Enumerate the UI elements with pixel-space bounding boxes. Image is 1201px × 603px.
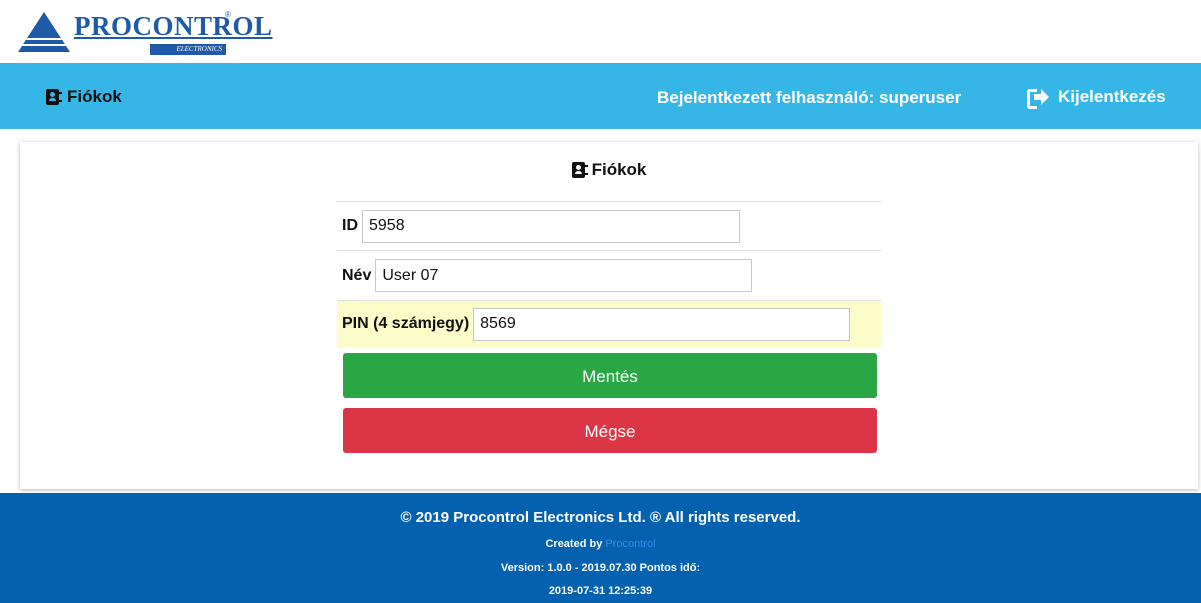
pin-input[interactable]: [473, 307, 851, 341]
logged-in-user-text: Bejelentkezett felhasználó: superuser: [657, 88, 962, 107]
top-navbar: Fiókok Bejelentkezett felhasználó: super…: [0, 63, 1201, 129]
address-book-icon: [46, 89, 62, 105]
logo-stripe: [20, 38, 68, 40]
name-row: Név: [337, 250, 881, 300]
logo-registered-mark: ®: [225, 10, 231, 19]
id-input[interactable]: [362, 209, 740, 243]
id-label: ID: [342, 217, 358, 234]
address-book-icon: [571, 162, 588, 178]
account-form: ID Név PIN (4 számjegy) Mentés Mégse: [337, 201, 881, 453]
id-row: ID: [337, 201, 881, 250]
footer-time: 2019-07-31 12:25:39: [548, 585, 653, 597]
name-input[interactable]: [375, 259, 753, 292]
logo-stripe: [20, 44, 68, 46]
accounts-card: Fiókok ID Név PIN (4 számjegy) Mentés Mé…: [20, 142, 1198, 489]
footer-version: Version: 1.0.0 - 2019.07.30 Pontos idő:: [500, 562, 701, 574]
cancel-button[interactable]: Mégse: [343, 408, 877, 453]
created-by-text: Created by: [545, 538, 603, 550]
logo-triangle-icon: [18, 12, 70, 52]
logout-label: Kijelentkezés: [1058, 87, 1166, 106]
name-label: Név: [342, 266, 372, 284]
pin-label: PIN (4 számjegy): [342, 315, 470, 332]
logo-wordmark: PROCONTROL: [74, 11, 273, 41]
card-title-text: Fiókok: [591, 160, 647, 179]
pin-row: PIN (4 számjegy): [337, 300, 881, 347]
navbar-brand[interactable]: Fiókok: [46, 87, 122, 107]
logo-subtitle: ELECTRONICS: [150, 44, 226, 55]
footer-created-by: Created by Procontrol: [0, 538, 1201, 550]
procontrol-logo: PROCONTROL ® ELECTRONICS: [18, 8, 272, 58]
navbar-title: Fiókok: [67, 87, 122, 106]
logout-link[interactable]: Kijelentkezés: [1027, 87, 1166, 109]
footer: © 2019 Procontrol Electronics Ltd. ® All…: [0, 493, 1201, 603]
footer-copyright: © 2019 Procontrol Electronics Ltd. ® All…: [400, 509, 801, 526]
procontrol-link[interactable]: Procontrol: [605, 538, 655, 550]
save-button[interactable]: Mentés: [343, 353, 877, 398]
sign-out-icon: [1027, 88, 1049, 109]
card-title: Fiókok: [20, 160, 1198, 180]
